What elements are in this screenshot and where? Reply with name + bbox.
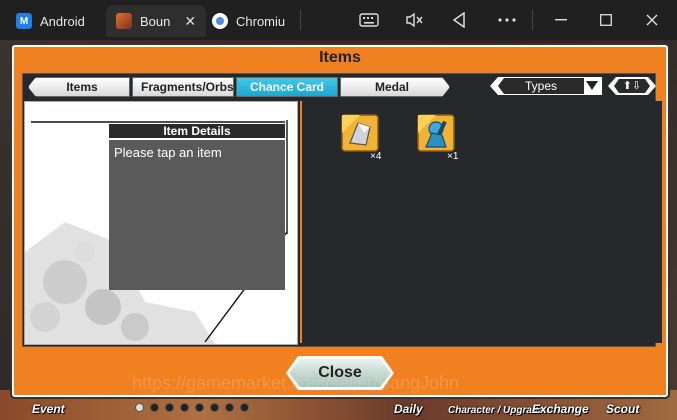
app-store-icon: M <box>16 13 32 29</box>
item-quantity: ×1 <box>447 151 459 162</box>
minimize-icon <box>555 19 567 21</box>
chance-card-silver-icon <box>341 114 379 152</box>
game-icon <box>116 13 132 29</box>
item-card[interactable] <box>340 113 380 153</box>
page-dot <box>195 403 204 412</box>
page-dot <box>240 403 249 412</box>
more-button[interactable] <box>492 8 522 32</box>
page-dots <box>135 403 249 412</box>
details-placeholder-text: Please tap an item <box>114 145 222 160</box>
watermark: https://gamemarket.com/seller/BangJohn <box>132 373 460 393</box>
item-quantity: ×4 <box>370 151 382 162</box>
nav-character-upgrade[interactable]: Character / Upgrade <box>448 405 544 416</box>
dialog-title: Items <box>319 49 361 66</box>
category-tabs: Items Fragments/Orbs Chance Card Medal M… <box>28 77 452 97</box>
types-dropdown[interactable]: Types <box>490 77 602 95</box>
window-titlebar: M Android Boun ✕ Chromiu <box>0 0 677 40</box>
tab-label: Android <box>40 13 85 29</box>
tab-label: Chromiu <box>236 13 286 29</box>
nav-scout[interactable]: Scout <box>606 402 639 416</box>
item-grid: ×4 ×1 <box>300 101 662 343</box>
item-details-header: Item Details <box>109 124 285 138</box>
speaker-muted-icon <box>406 12 423 28</box>
chance-card-blue-icon <box>417 114 455 152</box>
back-triangle-icon <box>452 12 465 28</box>
tab-game[interactable]: Boun ✕ <box>106 5 206 37</box>
types-label: Types <box>498 78 584 94</box>
tab-fragments-orbs[interactable]: Fragments/Orbs <box>132 77 234 97</box>
chevron-down-icon <box>586 81 598 90</box>
mute-button[interactable] <box>400 8 430 32</box>
sort-button[interactable]: ⬆⇩ <box>608 77 656 95</box>
close-tab-icon[interactable]: ✕ <box>184 13 196 30</box>
tab-divider <box>300 10 301 30</box>
page-dot <box>165 403 174 412</box>
game-viewport: Event Daily Character / Upgrade Exchange… <box>0 40 677 420</box>
nav-event[interactable]: Event <box>32 402 65 416</box>
tab-chromium[interactable]: Chromiu <box>212 5 302 37</box>
item-card[interactable] <box>416 113 456 153</box>
nav-daily[interactable]: Daily <box>394 402 423 416</box>
more-dots-icon <box>498 18 516 22</box>
item-details-box: Please tap an item <box>109 140 285 290</box>
items-dialog: Items Items Fragments/Orbs Chance Card M… <box>12 45 668 397</box>
tab-android[interactable]: M Android <box>16 5 104 37</box>
close-window-button[interactable] <box>637 8 667 32</box>
close-icon <box>646 14 658 26</box>
page-dot <box>150 403 159 412</box>
back-button[interactable] <box>444 8 474 32</box>
tab-items[interactable]: Items <box>28 77 130 97</box>
chromium-icon <box>212 13 228 29</box>
tab-label: Boun <box>140 13 171 29</box>
page-dot <box>225 403 234 412</box>
maximize-button[interactable] <box>591 8 621 32</box>
minimize-button[interactable] <box>546 8 576 32</box>
page-dot <box>210 403 219 412</box>
item-details-panel: Item Details Please tap an item <box>24 101 298 345</box>
sort-arrows-icon: ⬆⇩ <box>614 79 650 93</box>
page-dot <box>180 403 189 412</box>
tab-chance-card[interactable]: Chance Card <box>236 77 338 97</box>
maximize-icon <box>600 14 612 26</box>
page-dot <box>135 403 144 412</box>
nav-exchange[interactable]: Exchange <box>532 402 589 416</box>
tab-medal-materials[interactable]: Medal Materials <box>340 77 450 97</box>
keyboard-button[interactable] <box>354 8 384 32</box>
toolbar-divider <box>532 10 533 30</box>
keyboard-icon <box>359 13 379 27</box>
